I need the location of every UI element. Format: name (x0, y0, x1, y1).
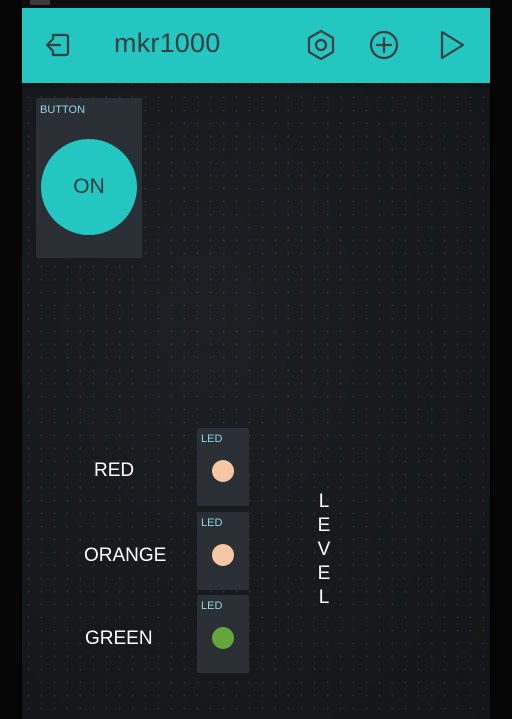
button-widget-label: BUTTON (40, 104, 86, 116)
project-title: mkr1000 (114, 28, 221, 58)
led-widget-red[interactable]: LED (197, 428, 249, 506)
level-letter: L (318, 491, 330, 512)
settings-icon[interactable] (304, 28, 338, 62)
annotation-red: RED (94, 460, 135, 481)
button-widget[interactable]: BUTTON ON (36, 98, 142, 258)
led-widget-orange[interactable]: LED (197, 512, 249, 590)
level-letter: E (317, 563, 331, 584)
level-letter: E (317, 515, 331, 536)
level-letter: L (318, 587, 330, 608)
led-indicator-icon (212, 627, 234, 649)
level-letter: V (317, 539, 331, 560)
status-bar (22, 0, 490, 8)
play-icon[interactable] (434, 28, 468, 62)
led-widget-label: LED (201, 433, 223, 445)
add-icon[interactable] (367, 28, 401, 62)
annotation-green: GREEN (85, 628, 153, 649)
led-widget-label: LED (201, 517, 223, 529)
annotation-level: L E V E L (316, 490, 332, 610)
app-header: mkr1000 (22, 8, 490, 83)
on-button-label: ON (73, 175, 105, 198)
back-icon[interactable] (40, 28, 74, 62)
device-bezel-right (490, 0, 512, 719)
led-indicator-icon (212, 460, 234, 482)
annotation-orange: ORANGE (84, 545, 167, 566)
led-widget-green[interactable]: LED (197, 595, 249, 673)
device-bezel-left (0, 0, 22, 719)
led-widget-label: LED (201, 600, 223, 612)
led-indicator-icon (212, 544, 234, 566)
status-indicator (30, 0, 50, 5)
on-button[interactable]: ON (41, 139, 137, 235)
